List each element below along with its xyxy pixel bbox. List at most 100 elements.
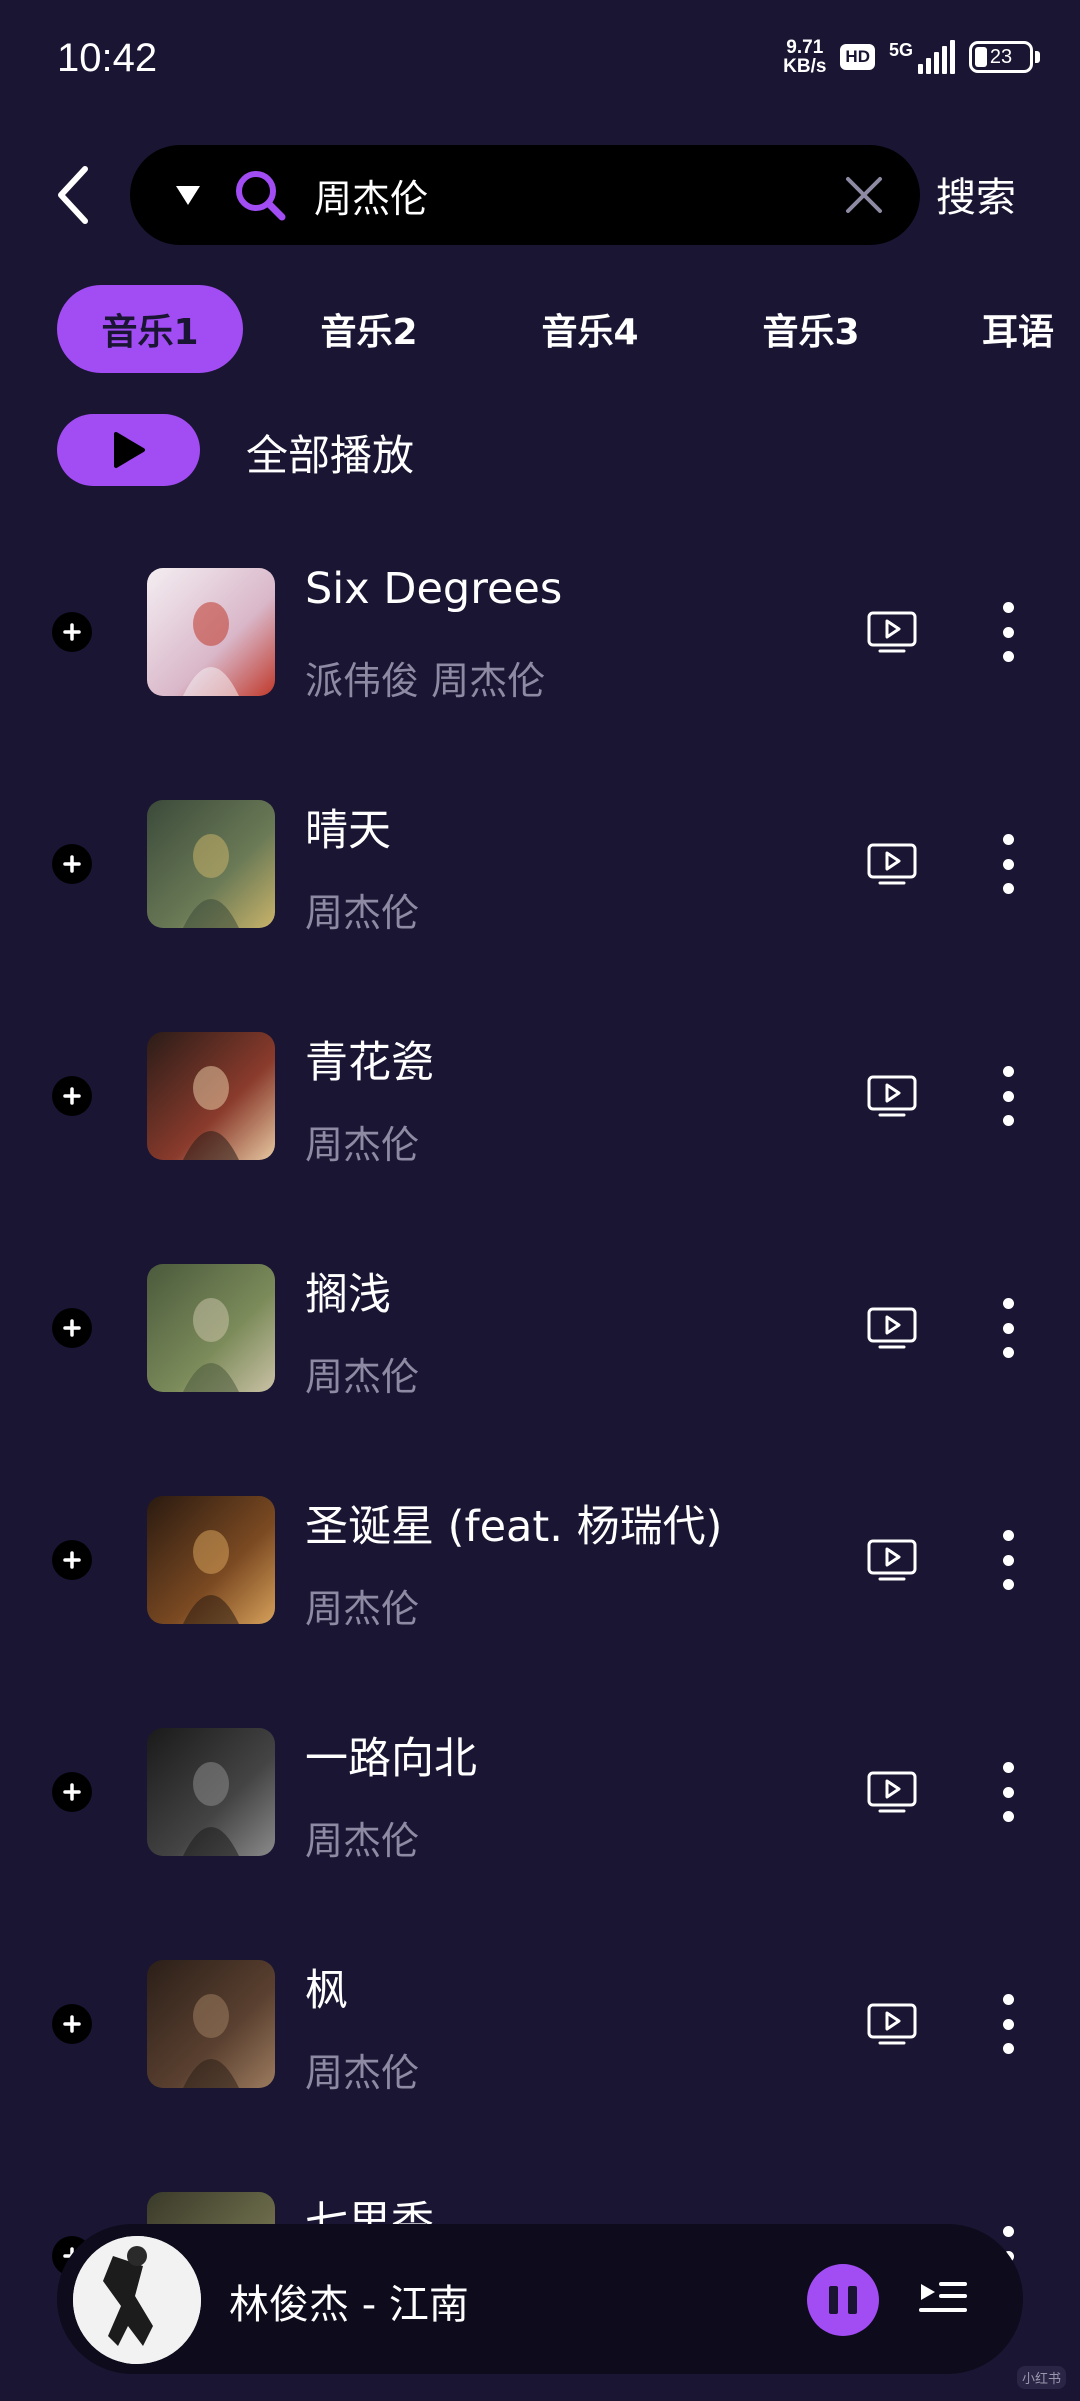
watermark: 小红书: [1016, 2366, 1066, 2389]
album-cover: [147, 1496, 275, 1624]
song-artist: 派伟俊 周杰伦: [305, 659, 546, 703]
video-play-icon[interactable]: [866, 842, 918, 886]
more-options-button[interactable]: [990, 1530, 1026, 1590]
hd-badge: HD: [840, 44, 875, 70]
add-to-playlist-button[interactable]: [52, 2004, 92, 2044]
add-to-playlist-button[interactable]: [52, 612, 92, 652]
album-art: [147, 568, 275, 696]
song-title: 枫: [305, 1966, 348, 2016]
song-title: 青花瓷: [305, 1038, 434, 1088]
song-title: Six Degrees: [305, 564, 563, 614]
more-vertical-icon: [1002, 1066, 1014, 1077]
song-row[interactable]: 搁浅 周杰伦: [0, 1216, 1080, 1448]
now-playing-cover[interactable]: [73, 2236, 201, 2364]
song-title: 晴天: [305, 806, 391, 856]
play-all-button[interactable]: [57, 414, 200, 486]
video-play-icon[interactable]: [866, 610, 918, 654]
song-row[interactable]: 一路向北 周杰伦: [0, 1680, 1080, 1912]
search-type-dropdown[interactable]: [174, 181, 202, 209]
network-speed-unit: KB/s: [783, 56, 827, 77]
song-title: 搁浅: [305, 1270, 391, 1320]
album-cover: [147, 1960, 275, 2088]
network-speed-value: 9.71: [786, 37, 824, 58]
album-cover: [147, 800, 275, 928]
song-artist: 周杰伦: [305, 1819, 420, 1863]
battery-icon: 23: [969, 41, 1040, 73]
plus-icon: [63, 1551, 81, 1569]
pause-button[interactable]: [807, 2264, 879, 2336]
playlist-icon[interactable]: [917, 2274, 969, 2326]
pause-icon: [829, 2286, 838, 2314]
song-artist: 周杰伦: [305, 2051, 420, 2095]
song-title: 一路向北: [305, 1734, 477, 1784]
plus-icon: [63, 1319, 81, 1337]
plus-icon: [63, 2015, 81, 2033]
signal-label: 5G: [888, 40, 913, 60]
album-cover: [147, 568, 275, 696]
song-row[interactable]: 圣诞星 (feat. 杨瑞代) 周杰伦: [0, 1448, 1080, 1680]
more-options-button[interactable]: [990, 834, 1026, 894]
album-art: [147, 1496, 275, 1624]
caret-down-icon: [176, 186, 200, 205]
tab-music-1[interactable]: 音乐1: [57, 285, 243, 373]
now-playing-title[interactable]: 林俊杰 - 江南: [229, 2272, 469, 2330]
search-bar: [130, 145, 920, 245]
tab-music-3[interactable]: 音乐3: [718, 285, 904, 373]
plus-icon: [63, 623, 81, 641]
add-to-playlist-button[interactable]: [52, 1076, 92, 1116]
battery-level: 23: [989, 45, 1013, 68]
mini-player[interactable]: 林俊杰 - 江南: [57, 2224, 1023, 2374]
plus-icon: [63, 855, 81, 873]
video-play-icon[interactable]: [866, 1074, 918, 1118]
song-artist: 周杰伦: [305, 1123, 420, 1167]
video-play-icon[interactable]: [866, 1770, 918, 1814]
add-to-playlist-button[interactable]: [52, 1772, 92, 1812]
more-vertical-icon: [1002, 1530, 1014, 1541]
more-vertical-icon: [1002, 602, 1014, 613]
video-play-icon[interactable]: [866, 1538, 918, 1582]
tab-music-2[interactable]: 音乐2: [276, 285, 462, 373]
song-title: 圣诞星 (feat. 杨瑞代): [305, 1502, 723, 1552]
add-to-playlist-button[interactable]: [52, 1540, 92, 1580]
video-play-icon[interactable]: [866, 2002, 918, 2046]
clear-search-button[interactable]: [836, 167, 892, 223]
back-button[interactable]: [48, 160, 98, 230]
song-row[interactable]: 晴天 周杰伦: [0, 752, 1080, 984]
plus-icon: [63, 1087, 81, 1105]
status-bar: 10:42 9.71 KB/s HD 5G 23: [0, 0, 1080, 120]
more-options-button[interactable]: [990, 602, 1026, 662]
song-row[interactable]: 青花瓷 周杰伦: [0, 984, 1080, 1216]
more-vertical-icon: [1002, 1762, 1014, 1773]
more-vertical-icon: [1002, 1298, 1014, 1309]
status-time: 10:42: [57, 36, 158, 80]
more-vertical-icon: [1002, 1994, 1014, 2005]
plus-icon: [63, 1783, 81, 1801]
song-artist: 周杰伦: [305, 1587, 420, 1631]
album-art: [73, 2236, 201, 2364]
album-cover: [147, 1264, 275, 1392]
search-input[interactable]: [314, 173, 814, 217]
album-art: [147, 800, 275, 928]
more-vertical-icon: [1002, 834, 1014, 845]
more-options-button[interactable]: [990, 1994, 1026, 2054]
add-to-playlist-button[interactable]: [52, 844, 92, 884]
tab-whisper[interactable]: 耳语: [960, 285, 1080, 373]
video-play-icon[interactable]: [866, 1306, 918, 1350]
song-artist: 周杰伦: [305, 891, 420, 935]
album-cover: [147, 1728, 275, 1856]
play-icon: [113, 432, 145, 468]
song-row[interactable]: Six Degrees 派伟俊 周杰伦: [0, 520, 1080, 752]
signal-icon: 5G: [889, 40, 955, 74]
more-options-button[interactable]: [990, 1298, 1026, 1358]
song-row[interactable]: 枫 周杰伦: [0, 1912, 1080, 2144]
chevron-left-icon: [58, 166, 88, 224]
album-art: [147, 1032, 275, 1160]
search-button[interactable]: 搜索: [936, 165, 1016, 223]
more-options-button[interactable]: [990, 1762, 1026, 1822]
play-all-label[interactable]: 全部播放: [246, 422, 414, 483]
add-to-playlist-button[interactable]: [52, 1308, 92, 1348]
close-icon: [846, 177, 882, 213]
tab-music-4[interactable]: 音乐4: [497, 285, 683, 373]
more-options-button[interactable]: [990, 1066, 1026, 1126]
network-speed: 9.71 KB/s: [783, 38, 826, 76]
